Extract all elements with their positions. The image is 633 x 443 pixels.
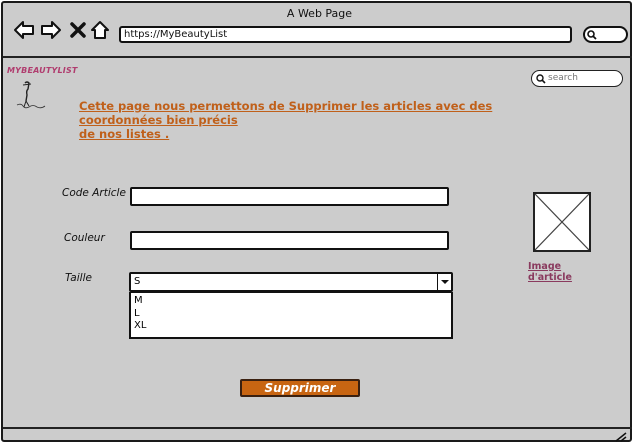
couleur-input[interactable] [130, 231, 449, 250]
taille-option[interactable]: M [134, 295, 451, 308]
search-placeholder: search [548, 73, 578, 83]
intro-text: Cette page nous permettons de Supprimer … [79, 99, 579, 141]
taille-options-list: M L XL [129, 292, 453, 339]
taille-select[interactable]: S [129, 272, 453, 292]
supprimer-button[interactable]: Supprimer [240, 379, 360, 397]
intro-line-1: Cette page nous permettons de Supprimer … [79, 99, 493, 127]
code-article-label: Code Article [62, 187, 126, 199]
logo-text: MYBEAUTYLIST [7, 66, 78, 75]
logo-figure-icon [16, 81, 46, 109]
taille-selected-value: S [134, 276, 141, 287]
taille-option[interactable]: XL [134, 320, 451, 333]
status-divider [3, 427, 632, 429]
url-bar[interactable]: https://MyBeautyList [119, 26, 572, 43]
image-placeholder-icon [534, 193, 590, 251]
intro-line-2: de nos listes . [79, 127, 170, 141]
page-search-input[interactable]: search [531, 70, 623, 87]
code-article-input[interactable] [130, 187, 449, 206]
search-icon [536, 74, 546, 84]
browser-window: A Web Page https://MyBeautyList MYBEAUTY… [1, 1, 632, 442]
article-image-link[interactable]: Image d'article [528, 261, 598, 283]
back-arrow-icon[interactable] [13, 19, 35, 41]
resize-handle-icon[interactable] [614, 430, 628, 442]
taille-option[interactable]: L [134, 308, 451, 321]
forward-arrow-icon[interactable] [40, 19, 62, 41]
toolbar-divider [3, 56, 632, 58]
browser-search-field[interactable] [583, 26, 628, 43]
close-icon[interactable] [67, 19, 89, 41]
article-image-placeholder [533, 192, 591, 252]
search-icon [587, 30, 597, 40]
couleur-label: Couleur [64, 232, 105, 244]
chevron-down-icon[interactable] [437, 274, 451, 290]
taille-label: Taille [65, 272, 92, 284]
home-icon[interactable] [89, 19, 111, 41]
